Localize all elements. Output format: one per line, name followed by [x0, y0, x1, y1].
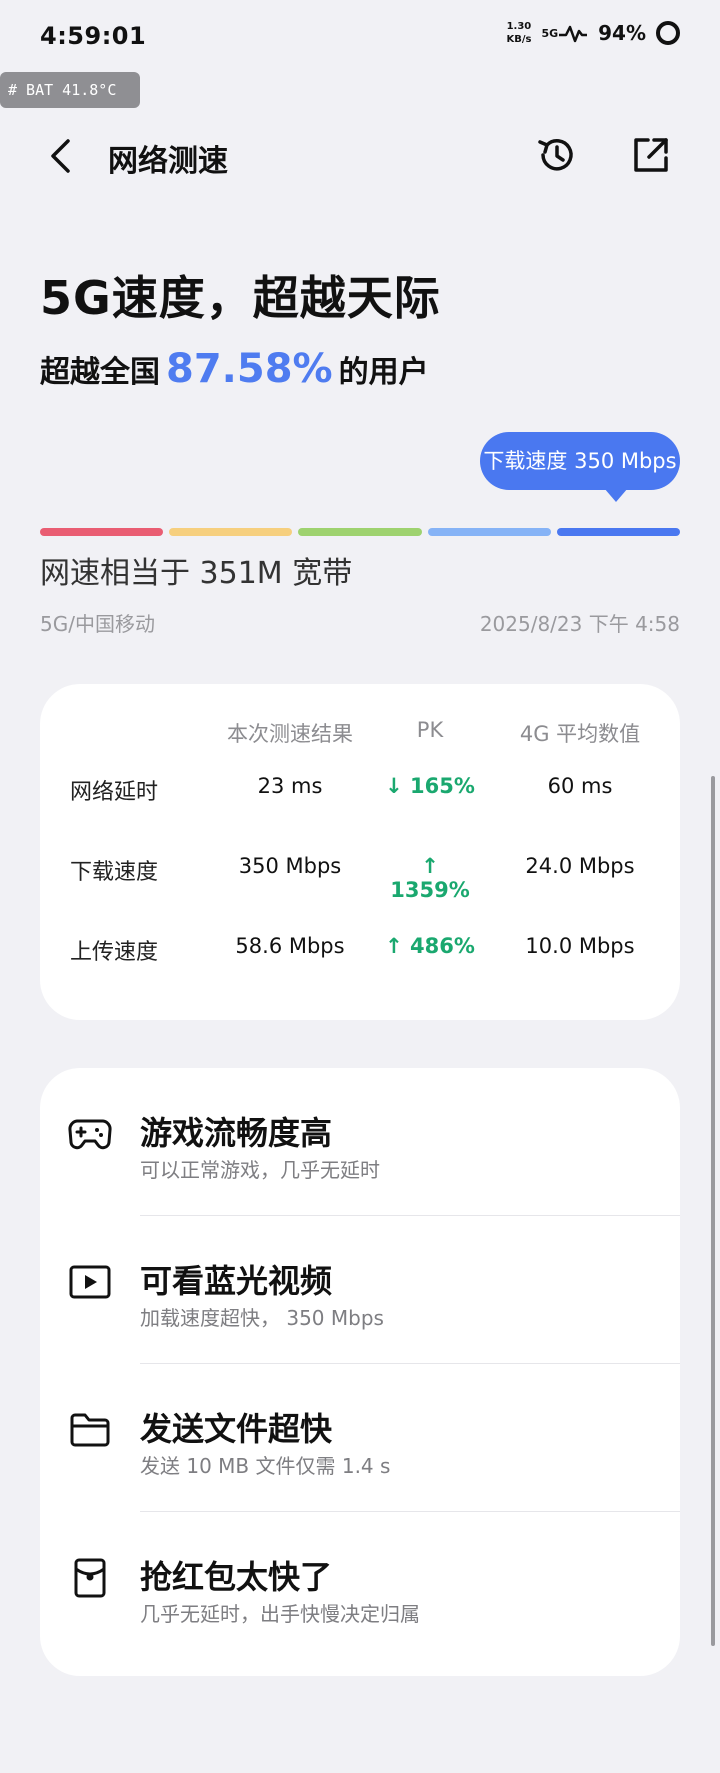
speed-level-segment-4 — [427, 528, 551, 536]
row-average: 60 ms — [547, 774, 613, 798]
download-speed-tooltip: 下载速度 350 Mbps — [480, 432, 680, 490]
broadband-equivalent: 网速相当于 351M 宽带 — [40, 556, 353, 591]
scrollbar[interactable] — [711, 776, 715, 1646]
table-row: 网络延时 23 ms ↓ 165% 60 ms — [40, 774, 680, 814]
pk-value: 1359% — [390, 878, 470, 902]
table-row: 下载速度 350 Mbps ↑ 1359% 24.0 Mbps — [40, 854, 680, 902]
back-button[interactable] — [38, 134, 82, 178]
feature-subtitle: 几乎无延时，出手快慢决定归属 — [140, 1602, 420, 1626]
feature-title: 抢红包太快了 — [140, 1558, 333, 1596]
speed-level-bar — [40, 528, 681, 536]
feature-subtitle: 可以正常游戏，几乎无延时 — [140, 1158, 380, 1182]
list-item: 抢红包太快了 几乎无延时，出手快慢决定归属 — [40, 1512, 680, 1660]
feature-title: 游戏流畅度高 — [140, 1114, 333, 1152]
header-4g-average: 4G 平均数值 — [519, 722, 641, 746]
share-button[interactable] — [626, 130, 676, 180]
arrow-down-icon: ↓ — [385, 774, 403, 798]
status-bar: 4:59:01 1.30 KB/s 5G 94% — [0, 0, 720, 70]
row-pk: ↑ 486% — [380, 934, 480, 958]
row-average: 10.0 Mbps — [525, 934, 635, 958]
header-this-result: 本次测速结果 — [227, 722, 353, 746]
gamepad-icon — [64, 1108, 116, 1160]
back-arrow-icon — [51, 139, 70, 173]
speed-level-segment-1 — [40, 528, 164, 536]
share-external-icon — [634, 138, 668, 172]
pk-value: 165% — [410, 774, 475, 798]
feature-subtitle: 加载速度超快， 350 Mbps — [140, 1306, 384, 1330]
page-title: 网络测速 — [108, 144, 228, 179]
feature-subtitle: 发送 10 MB 文件仅需 1.4 s — [140, 1454, 391, 1478]
signal-indicator: 5G — [541, 21, 588, 45]
row-result: 23 ms — [257, 774, 323, 798]
row-result: 350 Mbps — [238, 854, 342, 878]
network-speed-indicator: 1.30 KB/s — [506, 20, 531, 46]
row-average: 24.0 Mbps — [525, 854, 635, 878]
subline-suffix: 的用户 — [338, 355, 429, 390]
tooltip-pointer — [604, 488, 628, 502]
speed-level-segment-3 — [298, 528, 422, 536]
result-headline: 5G速度，超越天际 — [40, 271, 441, 325]
history-icon — [538, 139, 573, 171]
net-speed-value: 1.30 — [506, 21, 532, 32]
row-result: 58.6 Mbps — [235, 934, 345, 958]
battery-percent: 94% — [598, 21, 646, 45]
list-item: 可看蓝光视频 加载速度超快， 350 Mbps — [40, 1216, 680, 1364]
test-timestamp: 2025/8/23 下午 4:58 — [479, 612, 680, 636]
feature-title: 可看蓝光视频 — [140, 1262, 333, 1300]
features-card: 游戏流畅度高 可以正常游戏，几乎无延时 可看蓝光视频 加载速度超快， 350 M… — [40, 1068, 680, 1676]
video-icon — [64, 1256, 116, 1308]
result-subline: 超越全国 87.58% 的用户 — [40, 346, 429, 392]
speed-level-segment-2 — [169, 528, 293, 536]
beat-percentage: 87.58% — [166, 346, 333, 392]
history-button[interactable] — [532, 130, 582, 180]
net-speed-unit: KB/s — [506, 34, 532, 45]
signal-icon — [559, 25, 588, 43]
row-label: 下载速度 — [70, 860, 159, 885]
list-item: 发送文件超快 发送 10 MB 文件仅需 1.4 s — [40, 1364, 680, 1512]
arrow-up-icon: ↑ — [421, 854, 439, 878]
table-row: 上传速度 58.6 Mbps ↑ 486% 10.0 Mbps — [40, 934, 680, 974]
row-pk: ↑ 1359% — [380, 854, 480, 902]
header-pk: PK — [416, 718, 444, 742]
row-pk: ↓ 165% — [380, 774, 480, 798]
arrow-up-icon: ↑ — [385, 934, 403, 958]
status-icons: 1.30 KB/s 5G 94% — [506, 20, 680, 46]
list-item: 游戏流畅度高 可以正常游戏，几乎无延时 — [40, 1068, 680, 1216]
carrier-label: 5G/中国移动 — [40, 612, 155, 636]
debug-temperature-badge: # BAT 41.8°C — [0, 72, 140, 108]
row-label: 网络延时 — [70, 780, 159, 805]
pk-value: 486% — [410, 934, 475, 958]
red-packet-icon — [64, 1552, 116, 1604]
app-header: 网络测速 — [0, 120, 720, 192]
subline-prefix: 超越全国 — [40, 355, 160, 390]
speed-level-segment-5 — [556, 528, 681, 536]
battery-icon — [656, 21, 680, 45]
network-type: 5G — [541, 26, 559, 40]
comparison-card: 本次测速结果 PK 4G 平均数值 网络延时 23 ms ↓ 165% 60 m… — [40, 684, 680, 1020]
folder-icon — [64, 1404, 116, 1456]
status-time: 4:59:01 — [40, 22, 147, 50]
feature-title: 发送文件超快 — [140, 1410, 333, 1448]
row-label: 上传速度 — [70, 940, 159, 965]
